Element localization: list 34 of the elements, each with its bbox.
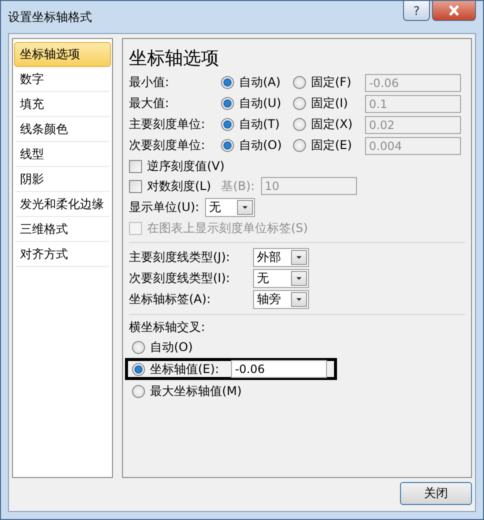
field-label: 坐标轴标签(A): bbox=[129, 291, 212, 308]
sidebar-item[interactable]: 填充 bbox=[14, 92, 111, 117]
value-field[interactable]: -0.06 bbox=[231, 360, 327, 378]
sidebar-item[interactable]: 数字 bbox=[14, 67, 111, 92]
dialog-button[interactable]: 关闭 bbox=[400, 482, 472, 505]
section-label: 横坐标轴交叉: bbox=[129, 319, 206, 336]
sidebar-item[interactable]: 线型 bbox=[14, 142, 111, 167]
field-label: 次要刻度线类型(I): bbox=[129, 270, 231, 287]
help-button[interactable]: ? bbox=[403, 1, 430, 21]
dropdown[interactable]: 无 bbox=[205, 198, 256, 216]
close-button[interactable] bbox=[432, 1, 476, 21]
field-label: 主要刻度单位: bbox=[129, 116, 206, 133]
field-label: 基(B): bbox=[221, 178, 255, 194]
field-label: 主要刻度线类型(J): bbox=[129, 249, 231, 266]
dropdown[interactable]: 无 bbox=[253, 269, 309, 288]
dropdown[interactable]: 轴旁 bbox=[253, 290, 309, 309]
sidebar-item[interactable]: 发光和柔化边缘 bbox=[14, 192, 111, 217]
field-label: 最小值: bbox=[129, 74, 170, 91]
panel-heading: 坐标轴选项 bbox=[129, 47, 220, 70]
checkbox-option[interactable]: 逆序刻度值(V) bbox=[129, 158, 225, 174]
sidebar-item[interactable]: 坐标轴选项 bbox=[14, 42, 111, 67]
window-title: 设置坐标轴格式 bbox=[8, 8, 92, 26]
sidebar-item[interactable]: 阴影 bbox=[14, 167, 111, 192]
radio-option[interactable]: 坐标轴值(E): bbox=[132, 360, 219, 378]
dropdown[interactable]: 外部 bbox=[253, 248, 309, 267]
field-label: 最大值: bbox=[129, 95, 170, 112]
field-label: 显示单位(U): bbox=[129, 198, 200, 216]
sidebar-item[interactable]: 线条颜色 bbox=[14, 117, 111, 142]
radio-option[interactable]: 最大坐标轴值(M) bbox=[132, 382, 242, 400]
radio-option[interactable]: 自动(O) bbox=[132, 338, 193, 356]
field-label: 次要刻度单位: bbox=[129, 137, 206, 154]
sidebar-item[interactable]: 对齐方式 bbox=[14, 242, 111, 267]
close-icon bbox=[448, 5, 460, 16]
sidebar-item[interactable]: 三维格式 bbox=[14, 217, 111, 242]
